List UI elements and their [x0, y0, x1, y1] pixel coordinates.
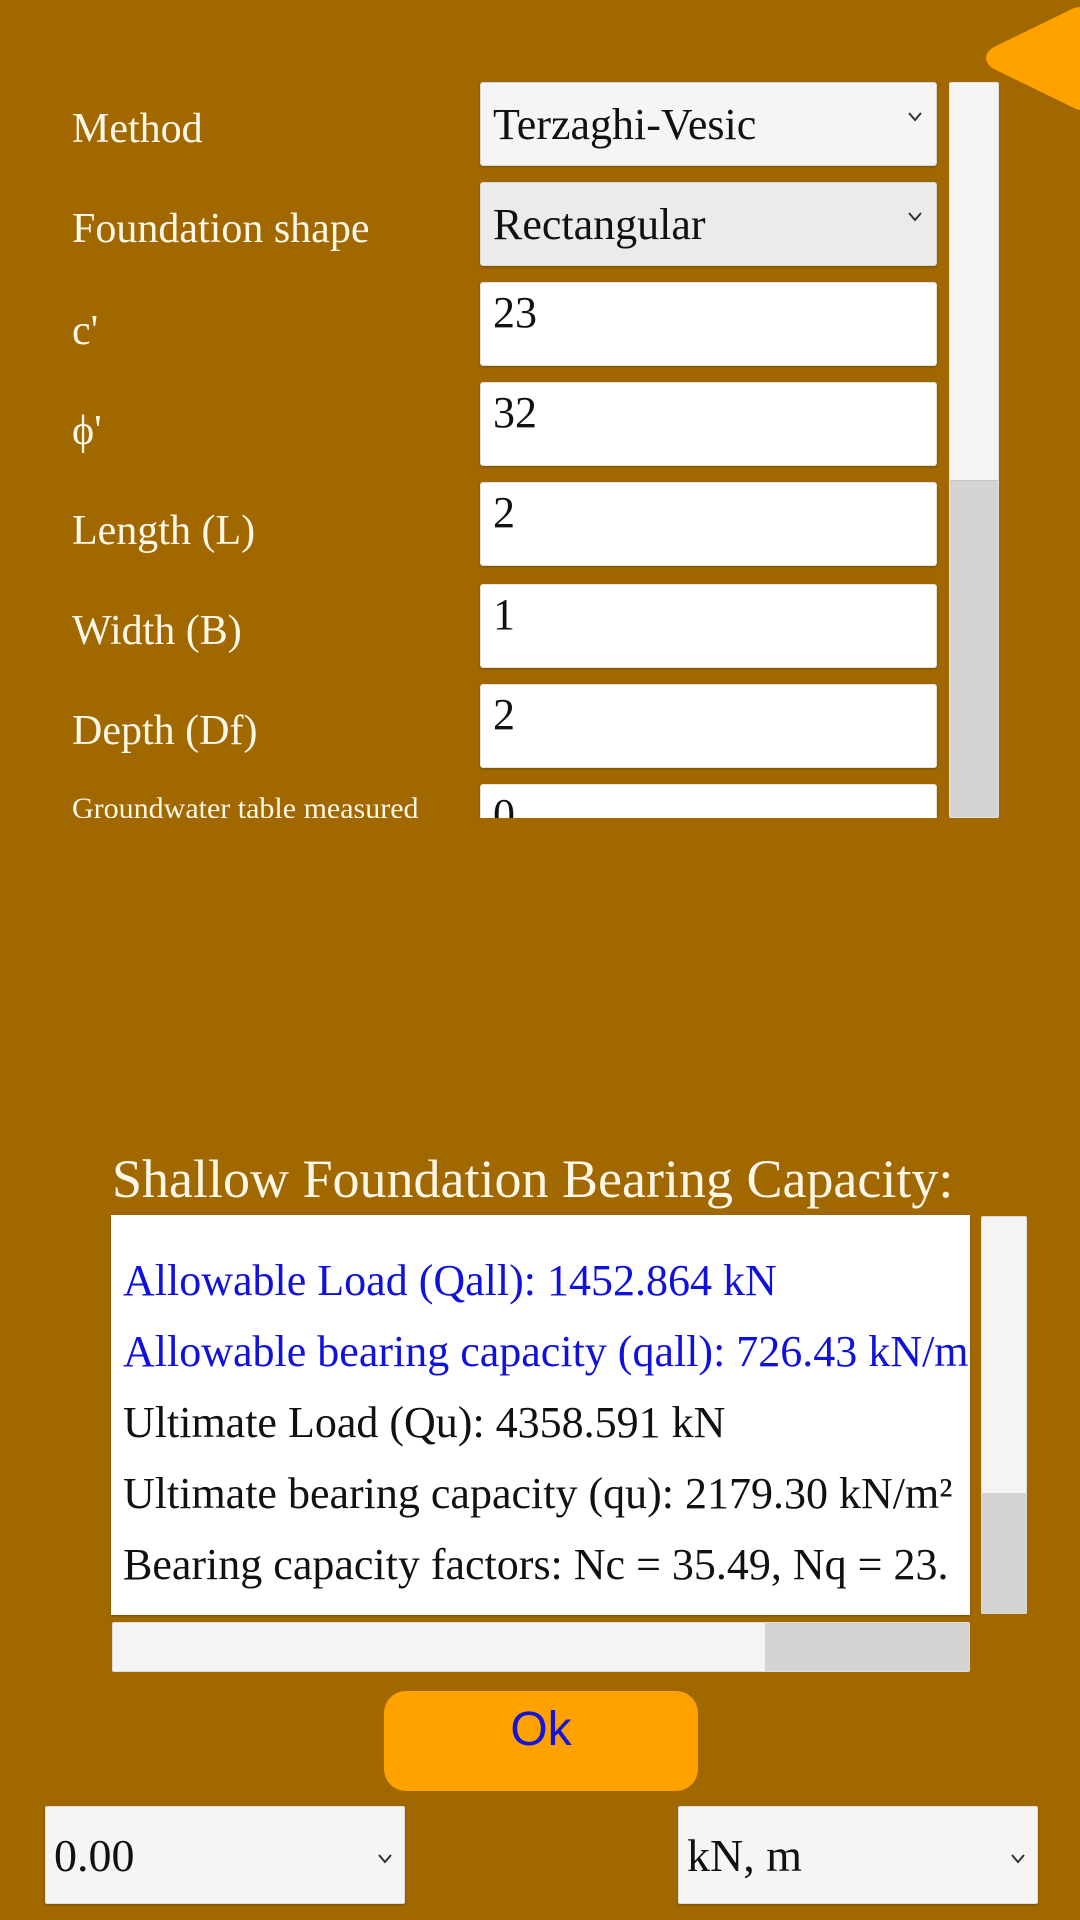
width-label: Width (B) [72, 608, 242, 654]
units-value: kN, m [687, 1830, 802, 1881]
units-select[interactable]: kN, m [678, 1806, 1038, 1904]
foundation-shape-select[interactable]: Rectangular [480, 182, 937, 266]
chevron-down-icon [908, 112, 922, 122]
groundwater-label: Groundwater table measured [72, 792, 419, 819]
friction-angle-value: 32 [493, 388, 537, 437]
width-input[interactable]: 1 [480, 584, 937, 668]
cohesion-input[interactable]: 23 [480, 282, 937, 366]
length-value: 2 [493, 488, 515, 537]
depth-row: Depth (Df) 2 [0, 684, 950, 772]
method-label: Method [72, 106, 203, 152]
precision-select[interactable]: 0.00 [45, 1806, 405, 1904]
results-vertical-scrollbar[interactable] [981, 1216, 1027, 1614]
depth-value: 2 [493, 690, 515, 739]
cohesion-label: c' [72, 308, 99, 354]
results-vertical-scrollbar-thumb[interactable] [982, 1493, 1026, 1613]
groundwater-row: Groundwater table measured 0 [0, 784, 950, 818]
ok-button[interactable]: Ok [384, 1691, 698, 1791]
chevron-down-icon [908, 212, 922, 222]
foundation-shape-row: Foundation shape Rectangular [0, 182, 950, 270]
width-value: 1 [493, 590, 515, 639]
results-horizontal-scrollbar[interactable] [112, 1622, 970, 1672]
width-row: Width (B) 1 [0, 584, 950, 672]
result-allowable-load: Allowable Load (Qall): 1452.864 kN [123, 1256, 777, 1305]
chevron-down-icon [378, 1854, 392, 1864]
friction-angle-label: ϕ' [72, 408, 102, 454]
groundwater-input[interactable]: 0 [480, 784, 937, 818]
length-input[interactable]: 2 [480, 482, 937, 566]
result-ultimate-load: Ultimate Load (Qu): 4358.591 kN [123, 1398, 726, 1447]
chevron-down-icon [1011, 1854, 1025, 1864]
cohesion-row: c' 23 [0, 282, 950, 370]
depth-label: Depth (Df) [72, 708, 258, 754]
results-horizontal-scrollbar-thumb[interactable] [765, 1623, 969, 1671]
form-scrollbar-thumb[interactable] [950, 480, 998, 817]
method-select[interactable]: Terzaghi-Vesic [480, 82, 937, 166]
cohesion-value: 23 [493, 288, 537, 337]
method-value: Terzaghi-Vesic [493, 100, 757, 149]
result-bearing-capacity-factors: Bearing capacity factors: Nc = 35.49, Nq… [123, 1540, 949, 1589]
friction-angle-input[interactable]: 32 [480, 382, 937, 466]
foundation-shape-value: Rectangular [493, 200, 706, 249]
groundwater-value: 0 [493, 790, 515, 819]
results-panel: Allowable Load (Qall): 1452.864 kN Allow… [111, 1215, 970, 1615]
foundation-shape-label: Foundation shape [72, 206, 370, 252]
precision-value: 0.00 [54, 1830, 135, 1881]
friction-angle-row: ϕ' 32 [0, 382, 950, 470]
result-ultimate-bearing-capacity: Ultimate bearing capacity (qu): 2179.30 … [123, 1469, 953, 1518]
method-row: Method Terzaghi-Vesic [0, 82, 950, 170]
length-row: Length (L) 2 [0, 482, 950, 570]
results-title: Shallow Foundation Bearing Capacity: [112, 1149, 954, 1209]
input-form: Method Terzaghi-Vesic Foundation shape R… [0, 80, 950, 818]
form-scrollbar[interactable] [949, 82, 999, 818]
result-allowable-bearing-capacity: Allowable bearing capacity (qall): 726.4… [123, 1327, 970, 1376]
depth-input[interactable]: 2 [480, 684, 937, 768]
length-label: Length (L) [72, 508, 256, 554]
